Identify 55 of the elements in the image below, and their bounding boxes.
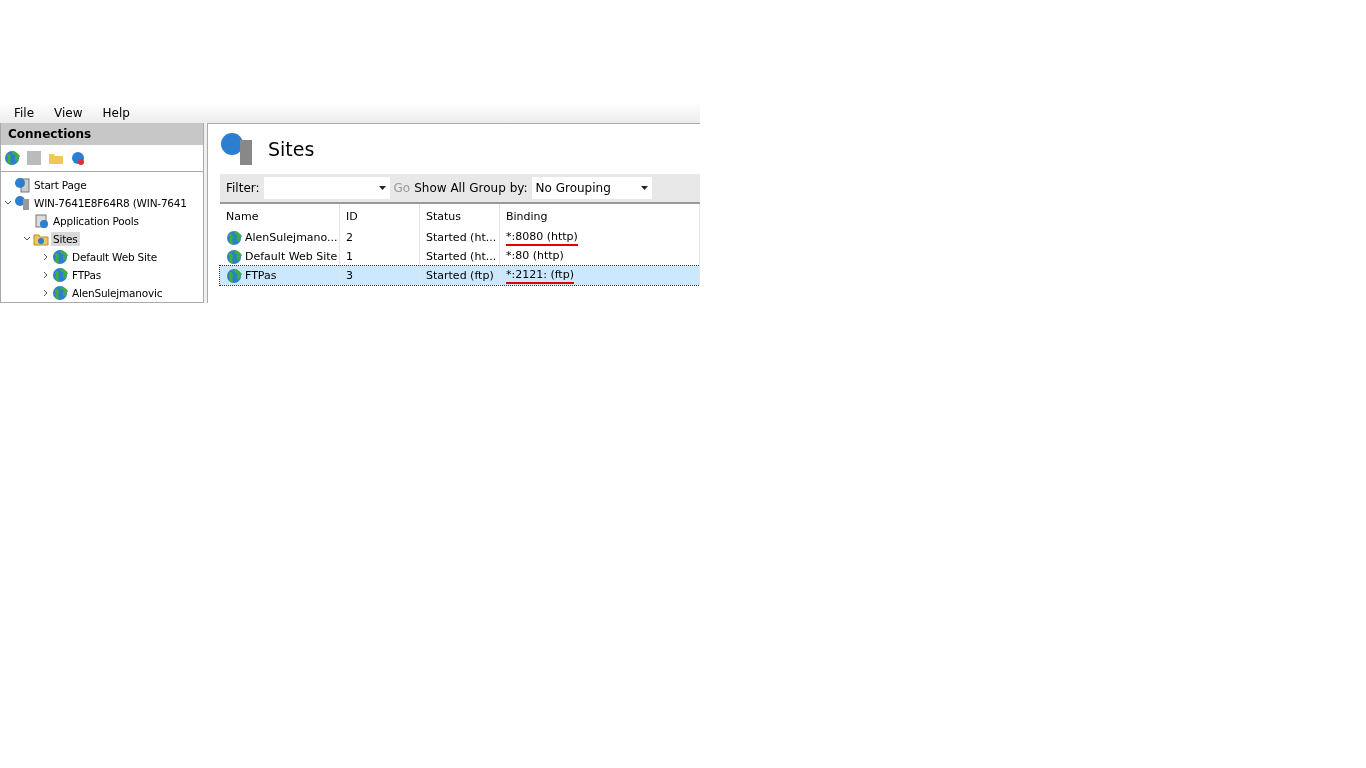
chevron-right-icon[interactable] (42, 271, 50, 279)
menu-item[interactable]: File (6, 106, 43, 120)
table-cell: Started (ht... (426, 250, 497, 263)
tree-item[interactable]: Application Pools (51, 214, 141, 228)
group-by-dropdown[interactable]: No Grouping (531, 177, 652, 199)
table-cell: *:2121: (ftp) (506, 267, 574, 284)
pool-icon (33, 213, 49, 229)
globe-icon (226, 229, 242, 246)
tree-item[interactable]: FTPas (70, 268, 104, 282)
globe-icon (52, 249, 68, 265)
table-cell: FTPas (245, 269, 277, 282)
menu-item[interactable]: View (46, 106, 91, 120)
filter-field[interactable] (263, 177, 390, 199)
caret-icon[interactable] (378, 186, 386, 190)
table-cell: 1 (346, 250, 353, 263)
table-row[interactable]: AlenSulejmano... 2 Started (ht... *:8080 (http) (220, 228, 700, 247)
start-page-icon (14, 177, 30, 193)
globe-icon (226, 267, 242, 284)
chevron-right-icon[interactable] (42, 289, 50, 297)
tree-item[interactable]: Start Page (32, 178, 89, 192)
chevron-down-icon[interactable] (4, 199, 12, 207)
globe-icon (226, 248, 242, 265)
disconnect-icon[interactable] (70, 150, 86, 166)
globe-icon (4, 150, 20, 166)
tree-item[interactable]: AlenSulejmanovic (70, 286, 165, 300)
column-header[interactable]: Status (420, 204, 500, 228)
tree-item[interactable]: Default Web Site (70, 250, 159, 264)
table-row[interactable]: FTPas 3 Started (ftp) *:2121: (ftp) (220, 266, 700, 285)
panel-title: Connections (1, 123, 203, 145)
table-cell: 2 (346, 231, 353, 244)
table-cell: AlenSulejmano... (245, 231, 338, 244)
tree-item[interactable]: WIN-7641E8F64R8 (WIN-7641 (32, 196, 189, 210)
table-cell: *:8080 (http) (506, 229, 578, 246)
show-all-button[interactable]: Show All (414, 181, 466, 195)
column-header[interactable]: ID (340, 204, 420, 228)
tree-item[interactable]: Sites (51, 232, 80, 246)
column-header[interactable]: Binding (500, 204, 700, 228)
table-cell: Default Web Site (245, 250, 338, 263)
chevron-right-icon[interactable] (42, 253, 50, 261)
menu-item[interactable]: Help (94, 106, 138, 120)
group-by-label: Group by: (469, 181, 528, 195)
table-cell: Started (ftp) (426, 269, 494, 282)
table-cell: 3 (346, 269, 353, 282)
column-header[interactable]: Name (220, 204, 340, 228)
chevron-down-icon[interactable] (23, 235, 31, 243)
table-cell: Started (ht... (426, 231, 497, 244)
globe-icon (52, 285, 68, 301)
filter-label: Filter: (226, 181, 260, 195)
server-globe-icon (220, 132, 254, 166)
globe-icon (52, 267, 68, 283)
folder-icon (33, 231, 49, 247)
server-icon (14, 195, 30, 211)
caret-icon[interactable] (640, 186, 648, 190)
table-cell-text: *:80 (http) (506, 248, 564, 264)
page-title: Sites (268, 138, 315, 160)
